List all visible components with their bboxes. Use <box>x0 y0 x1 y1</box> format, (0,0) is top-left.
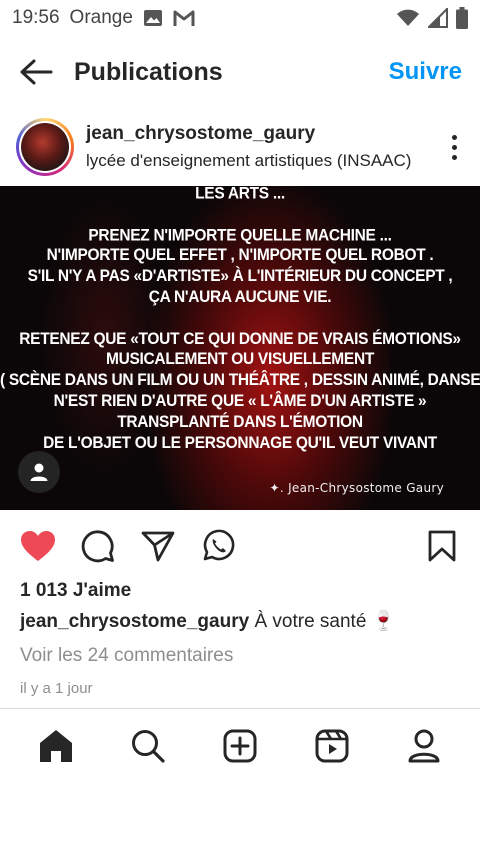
battery-icon <box>456 7 468 29</box>
more-options-button[interactable] <box>444 127 464 167</box>
bookmark-icon <box>428 530 456 562</box>
image-text-line: PRENEZ N'IMPORTE QUELLE MACHINE ... <box>88 226 392 245</box>
page-title: Publications <box>74 57 223 86</box>
bottom-nav <box>0 718 480 774</box>
image-text-line: ( SCÈNE DANS UN FILM OU UN THÉÂTRE , DES… <box>0 371 480 390</box>
home-icon <box>40 730 72 762</box>
caption-text: À votre santé 🍷 <box>254 611 396 632</box>
caption-username[interactable]: jean_chrysostome_gaury <box>20 611 249 632</box>
post-actions <box>0 522 480 570</box>
reels-icon <box>315 729 349 763</box>
top-header: Publications Suivre <box>0 44 480 100</box>
back-button[interactable] <box>18 54 54 90</box>
tagged-users-button[interactable] <box>18 451 60 493</box>
post-image[interactable]: LES ARTS ... PRENEZ N'IMPORTE QUELLE MAC… <box>0 186 480 510</box>
view-comments-link[interactable]: Voir les 24 commentaires <box>20 645 233 667</box>
profile-icon <box>408 729 440 763</box>
wifi-icon <box>396 8 420 28</box>
divider <box>0 708 480 709</box>
nav-search[interactable] <box>124 722 172 770</box>
image-icon <box>143 8 163 28</box>
image-text-line: LES ARTS ... <box>195 186 285 203</box>
avatar[interactable] <box>16 118 74 176</box>
nav-create[interactable] <box>216 722 264 770</box>
heart-icon <box>21 531 55 561</box>
status-carrier: Orange <box>69 7 133 28</box>
send-icon <box>141 531 175 562</box>
gmail-icon <box>173 9 195 27</box>
like-button[interactable] <box>18 526 58 566</box>
nav-reels[interactable] <box>308 722 356 770</box>
nav-profile[interactable] <box>400 722 448 770</box>
comment-icon <box>81 530 114 563</box>
share-button[interactable] <box>138 526 178 566</box>
nav-home[interactable] <box>32 722 80 770</box>
image-text-line: RETENEZ QUE «TOUT CE QUI DONNE DE VRAIS … <box>19 330 461 348</box>
post-username[interactable]: jean_chrysostome_gaury <box>86 123 411 145</box>
more-icon <box>451 134 457 140</box>
image-text-line: TRANSPLANTÉ DANS L'ÉMOTION <box>117 413 363 432</box>
image-text-line: MUSICALEMENT OU VISUELLEMENT <box>105 350 375 369</box>
image-text-line: S'IL N'Y A PAS «D'ARTISTE» À L'INTÉRIEUR… <box>27 267 453 286</box>
whatsapp-icon <box>203 529 235 561</box>
post-author-row: jean_chrysostome_gaury lycée d'enseignem… <box>0 112 480 182</box>
comment-button[interactable] <box>78 526 118 566</box>
person-icon <box>30 463 48 481</box>
status-time: 19:56 <box>12 7 60 28</box>
whatsapp-button[interactable] <box>198 526 238 566</box>
image-text-line: DE L'OBJET OU LE PERSONNAGE QU'IL VEUT V… <box>43 434 437 452</box>
post-location[interactable]: lycée d'enseignement artistiques (INSAAC… <box>86 151 411 171</box>
post-caption: jean_chrysostome_gaury À votre santé 🍷 <box>20 609 395 633</box>
search-icon <box>132 730 165 763</box>
image-text-line: N'IMPORTE QUEL EFFET , N'IMPORTE QUEL RO… <box>46 246 434 265</box>
arrow-left-icon <box>20 59 53 85</box>
image-text-line: ÇA N'AURA AUCUNE VIE. <box>148 288 332 307</box>
status-bar: 19:56 Orange <box>0 0 480 36</box>
image-text-line: N'EST RIEN D'AUTRE QUE « L'ÂME D'UN ARTI… <box>53 392 427 411</box>
likes-count[interactable]: 1 013 J'aime <box>20 580 131 602</box>
add-post-icon <box>223 729 257 763</box>
image-signature: ✦. Jean-Chrysostome Gaury <box>269 481 444 495</box>
post-timestamp: il y a 1 jour <box>20 680 93 697</box>
signal-icon <box>428 8 448 28</box>
save-button[interactable] <box>422 526 462 566</box>
follow-button[interactable]: Suivre <box>389 58 462 86</box>
post-image-text: LES ARTS ... PRENEZ N'IMPORTE QUELLE MAC… <box>0 186 480 454</box>
